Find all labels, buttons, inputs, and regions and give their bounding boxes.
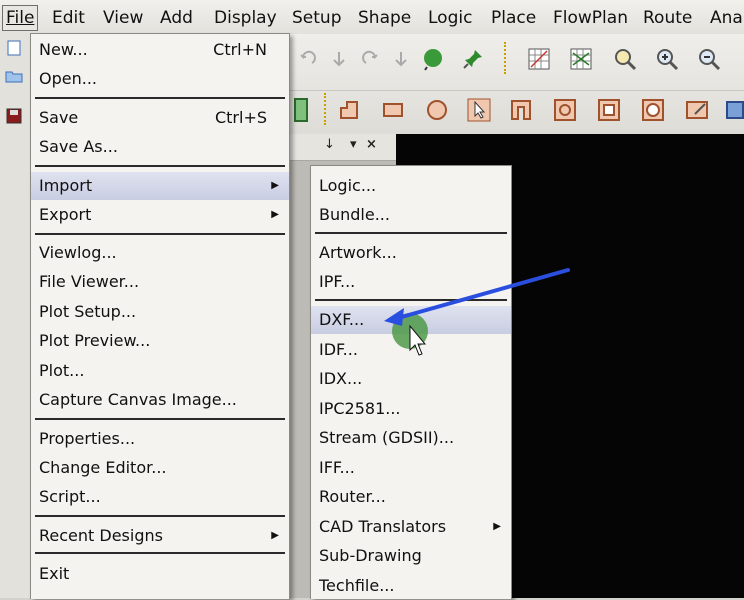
menu-item-open[interactable]: Open...	[31, 65, 289, 93]
shape-void-circle-icon[interactable]	[638, 95, 668, 125]
shape-rect-icon[interactable]	[378, 95, 408, 125]
toolbar-row-1	[288, 40, 744, 80]
down-arrow-icon-2[interactable]	[386, 44, 416, 74]
menu-item-plot[interactable]: Plot...	[31, 357, 289, 385]
menu-logic[interactable]: Logic	[428, 7, 472, 29]
menu-item-exit[interactable]: Exit	[31, 560, 289, 588]
menu-item-viewlog[interactable]: Viewlog...	[31, 239, 289, 267]
menu-item-save-as[interactable]: Save As...	[31, 133, 289, 161]
menu-route[interactable]: Route	[643, 7, 692, 29]
menu-add[interactable]: Add	[160, 7, 193, 29]
menu-item-import[interactable]: Import ▶	[31, 172, 289, 200]
menu-setup[interactable]: Setup	[292, 7, 341, 29]
menu-item-techfile[interactable]: Techfile...	[311, 572, 511, 600]
menu-place[interactable]: Place	[491, 7, 536, 29]
menu-item-sub-drawing[interactable]: Sub-Drawing	[311, 542, 511, 570]
menu-separator	[35, 552, 285, 554]
shape-step-icon[interactable]	[334, 95, 364, 125]
menu-separator	[35, 233, 285, 235]
menu-bar: File Edit View Add Display Setup Shape L…	[0, 0, 744, 35]
redo-icon[interactable]	[356, 44, 386, 74]
zoom-fit-icon[interactable]	[610, 44, 640, 74]
pin-dock-icon[interactable]: ↓	[324, 137, 335, 152]
menu-separator	[35, 165, 285, 167]
menu-display[interactable]: Display	[214, 7, 277, 29]
menu-item-artwork[interactable]: Artwork...	[311, 239, 511, 267]
toolbar-grip[interactable]	[504, 42, 509, 74]
menu-flowplan[interactable]: FlowPlan	[553, 7, 628, 29]
menu-analyze[interactable]: Anal	[710, 7, 744, 29]
menu-view[interactable]: View	[103, 7, 143, 29]
shape-edit-icon[interactable]	[682, 95, 712, 125]
menu-separator	[35, 418, 285, 420]
menu-item-idx[interactable]: IDX...	[311, 365, 511, 393]
menu-item-export[interactable]: Export ▶	[31, 201, 289, 229]
zoom-in-icon[interactable]	[652, 44, 682, 74]
toolbar-area	[288, 34, 744, 134]
menu-separator	[315, 232, 507, 234]
down-arrow-icon[interactable]	[324, 44, 354, 74]
menu-separator	[35, 97, 285, 99]
open-folder-icon	[5, 71, 23, 83]
import-submenu: Logic... Bundle... Artwork... IPF... DXF…	[310, 165, 512, 599]
menu-item-stream-gdsii[interactable]: Stream (GDSII)...	[311, 424, 511, 452]
shape-merge-icon[interactable]	[720, 95, 744, 125]
select-arrow-icon[interactable]	[464, 95, 494, 125]
left-icon-strip	[0, 34, 31, 598]
shape-nested-icon[interactable]	[506, 95, 536, 125]
menu-item-plot-preview[interactable]: Plot Preview...	[31, 327, 289, 355]
menu-item-change-editor[interactable]: Change Editor...	[31, 454, 289, 482]
menu-item-new[interactable]: New... Ctrl+N	[31, 36, 289, 64]
panel-dock-header: ↓ ▾ ×	[288, 134, 396, 161]
menu-item-bundle[interactable]: Bundle...	[311, 201, 511, 229]
menu-item-plot-setup[interactable]: Plot Setup...	[31, 298, 289, 326]
menu-item-file-viewer[interactable]: File Viewer...	[31, 268, 289, 296]
menu-item-idf[interactable]: IDF...	[311, 336, 511, 364]
file-menu: New... Ctrl+N Open... Save Ctrl+S Save As.…	[30, 33, 290, 599]
menu-item-script[interactable]: Script...	[31, 483, 289, 511]
shape-rotate-icon[interactable]	[550, 95, 580, 125]
shape-circle-icon[interactable]	[422, 95, 452, 125]
chevron-down-icon[interactable]: ▾	[350, 137, 357, 152]
save-disk-icon	[6, 108, 22, 124]
menu-item-ipc2581[interactable]: IPC2581...	[311, 395, 511, 423]
globe-icon[interactable]	[418, 44, 448, 74]
menu-file[interactable]: File	[2, 5, 39, 31]
ratsnest-grid-icon[interactable]	[566, 44, 596, 74]
menu-item-logic[interactable]: Logic...	[311, 172, 511, 200]
menu-item-properties[interactable]: Properties...	[31, 425, 289, 453]
submenu-arrow-icon: ▶	[271, 530, 279, 541]
close-icon[interactable]: ×	[366, 137, 377, 152]
menu-item-capture-canvas[interactable]: Capture Canvas Image...	[31, 386, 289, 414]
menu-item-ipf[interactable]: IPF...	[311, 268, 511, 296]
new-file-icon	[7, 40, 21, 56]
undo-icon[interactable]	[292, 44, 322, 74]
green-layer-icon[interactable]	[288, 95, 318, 125]
shape-void-rect-icon[interactable]	[594, 95, 624, 125]
submenu-arrow-icon: ▶	[271, 209, 279, 220]
submenu-arrow-icon: ▶	[493, 521, 501, 532]
menu-separator	[35, 515, 285, 517]
menu-item-router[interactable]: Router...	[311, 483, 511, 511]
menu-item-recent-designs[interactable]: Recent Designs ▶	[31, 522, 289, 550]
pin-icon[interactable]	[458, 44, 488, 74]
zoom-out-icon[interactable]	[694, 44, 724, 74]
toolbar-row-2	[288, 90, 744, 131]
menu-item-save[interactable]: Save Ctrl+S	[31, 104, 289, 132]
toolbar-grip-2[interactable]	[324, 93, 329, 125]
menu-item-iff[interactable]: IFF...	[311, 454, 511, 482]
submenu-arrow-icon: ▶	[271, 180, 279, 191]
grid-icon[interactable]	[524, 44, 554, 74]
menu-separator	[315, 299, 507, 301]
menu-edit[interactable]: Edit	[52, 7, 85, 29]
menu-shape[interactable]: Shape	[358, 7, 411, 29]
menu-item-cad-translators[interactable]: CAD Translators ▶	[311, 513, 511, 541]
menu-item-dxf[interactable]: DXF...	[311, 306, 511, 334]
